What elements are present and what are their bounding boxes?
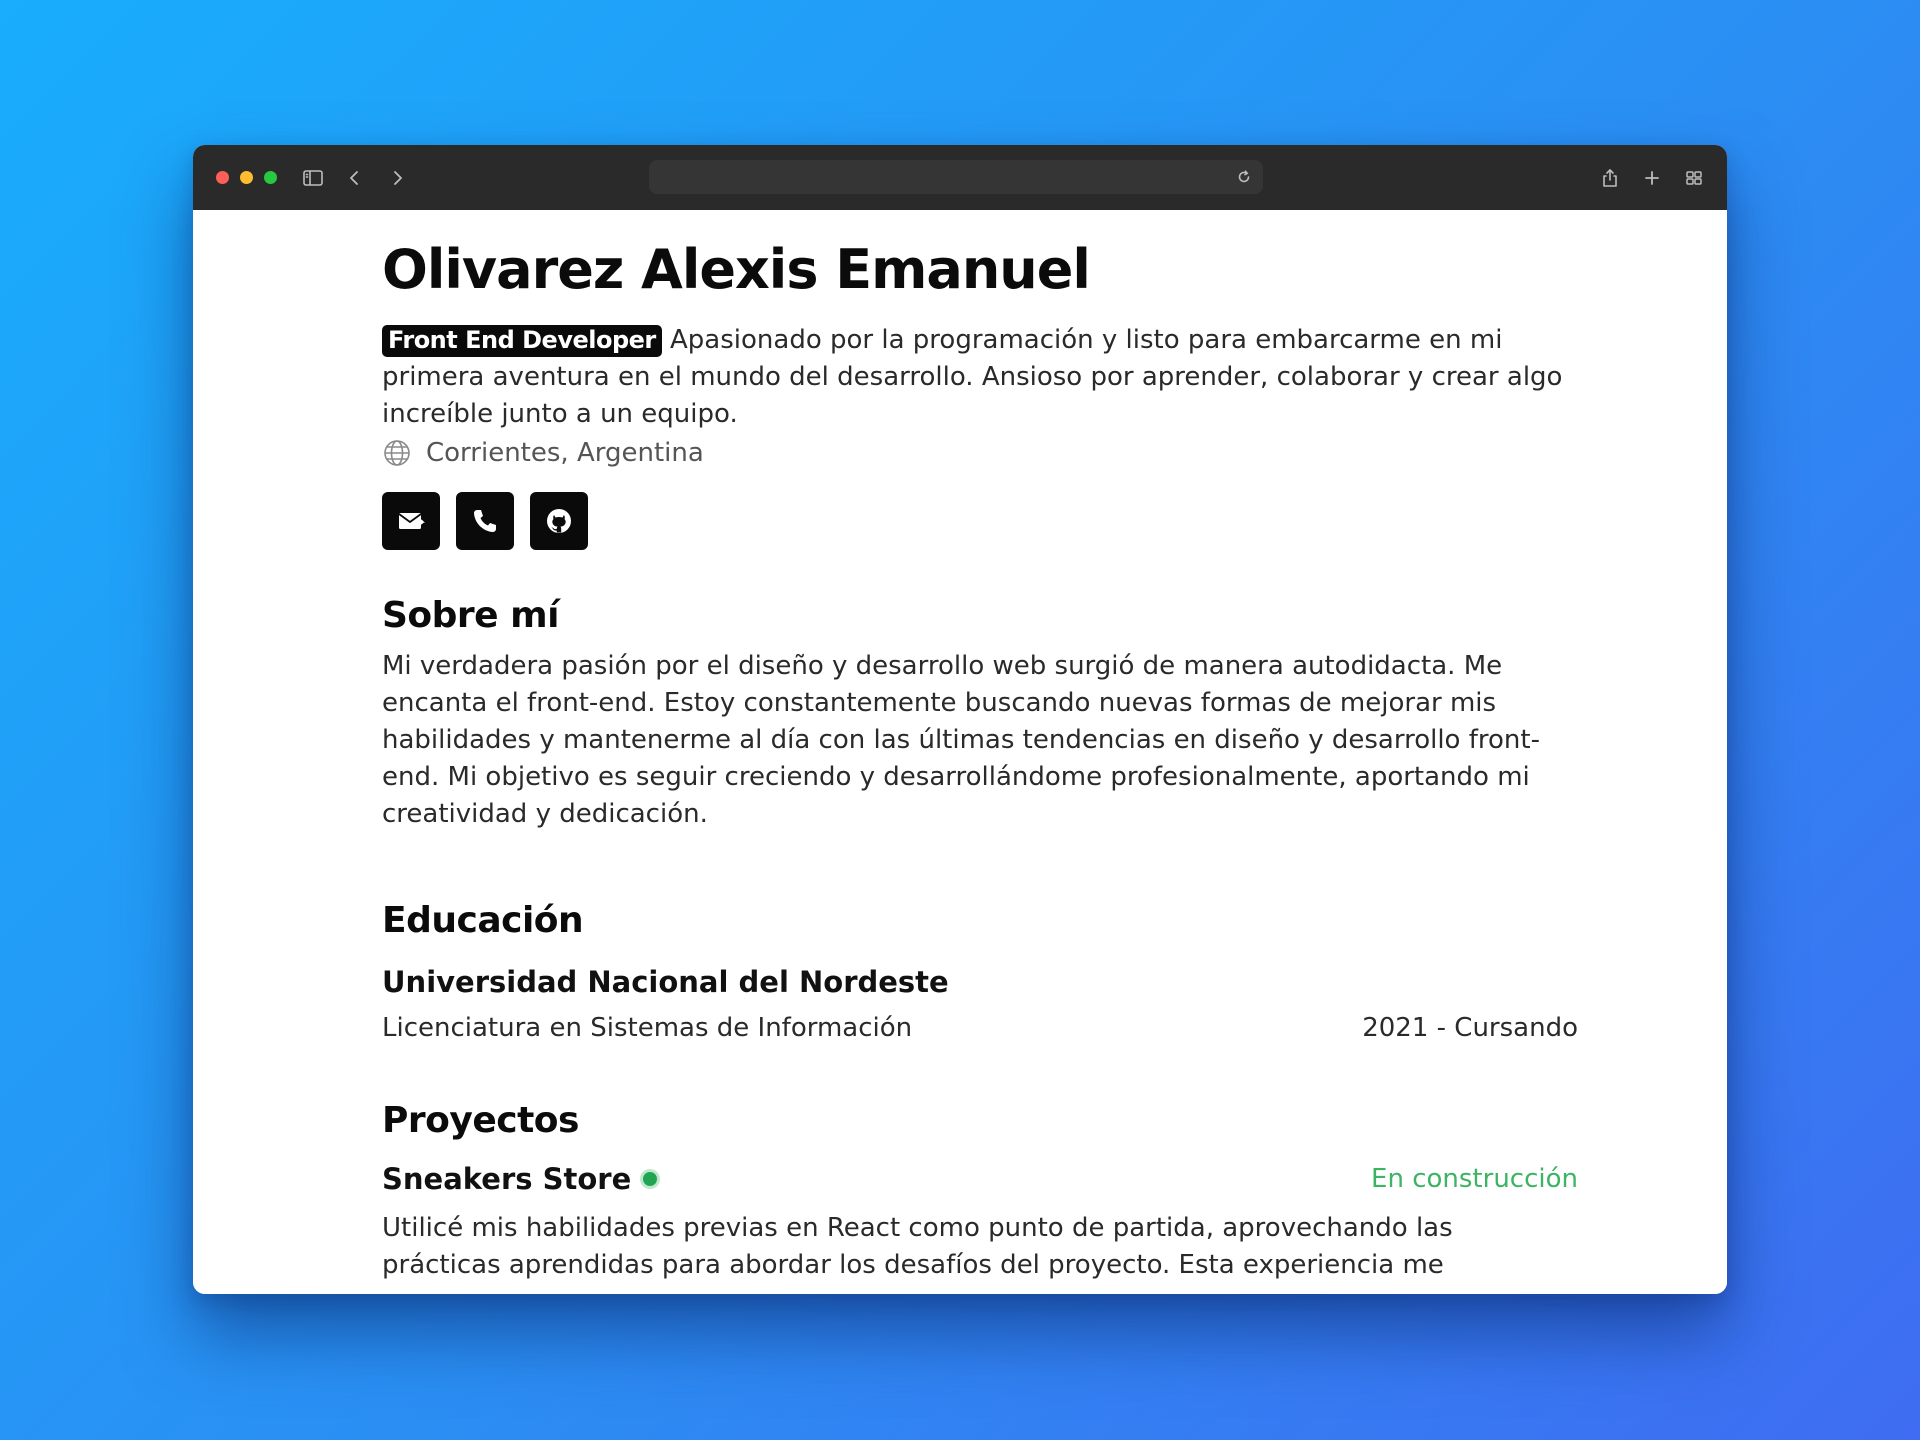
browser-window: Olivarez Alexis Emanuel Front End Develo… xyxy=(193,145,1727,1294)
share-icon[interactable] xyxy=(1598,166,1622,190)
close-window-button[interactable] xyxy=(216,171,229,184)
education-heading: Educación xyxy=(382,900,584,941)
role-badge: Front End Developer xyxy=(382,325,662,357)
phone-button[interactable] xyxy=(456,492,514,550)
project-description: Utilicé mis habilidades previas en React… xyxy=(382,1213,1453,1280)
education-degree: Licenciatura en Sistemas de Información xyxy=(382,1013,913,1043)
about-text: Mi verdadera pasión por el diseño y desa… xyxy=(382,651,1540,829)
intro-paragraph: Front End Developer Apasionado por la pr… xyxy=(382,322,1578,433)
github-icon xyxy=(547,509,571,533)
page-title: Olivarez Alexis Emanuel xyxy=(382,238,1091,301)
chevron-right-icon[interactable] xyxy=(385,166,409,190)
address-bar[interactable] xyxy=(649,160,1263,194)
project-item: Sneakers Store En construcción xyxy=(382,1162,1578,1196)
globe-icon xyxy=(384,440,410,466)
plus-icon[interactable] xyxy=(1640,166,1664,190)
email-button[interactable] xyxy=(382,492,440,550)
education-item: Licenciatura en Sistemas de Información … xyxy=(382,1013,1578,1043)
phone-icon xyxy=(474,510,496,532)
zoom-window-button[interactable] xyxy=(264,171,277,184)
education-institution: Universidad Nacional del Nordeste xyxy=(382,965,949,999)
location-text: Corrientes, Argentina xyxy=(426,438,704,468)
project-name: Sneakers Store xyxy=(382,1162,632,1196)
browser-toolbar xyxy=(193,145,1727,210)
reload-icon[interactable] xyxy=(1235,168,1253,186)
chevron-left-icon[interactable] xyxy=(343,166,367,190)
github-button[interactable] xyxy=(530,492,588,550)
social-links xyxy=(382,492,588,550)
minimize-window-button[interactable] xyxy=(240,171,253,184)
status-dot-icon xyxy=(643,1172,658,1186)
about-heading: Sobre mí xyxy=(382,595,559,636)
tab-overview-icon[interactable] xyxy=(1682,166,1706,190)
location: Corrientes, Argentina xyxy=(382,438,704,468)
projects-heading: Proyectos xyxy=(382,1100,579,1141)
sidebar-icon[interactable] xyxy=(301,166,325,190)
education-period: 2021 - Cursando xyxy=(1362,1013,1578,1043)
project-status: En construcción xyxy=(1371,1164,1578,1194)
project-title[interactable]: Sneakers Store xyxy=(382,1162,658,1196)
page-content: Olivarez Alexis Emanuel Front End Develo… xyxy=(193,210,1727,1294)
mail-icon xyxy=(398,513,425,529)
